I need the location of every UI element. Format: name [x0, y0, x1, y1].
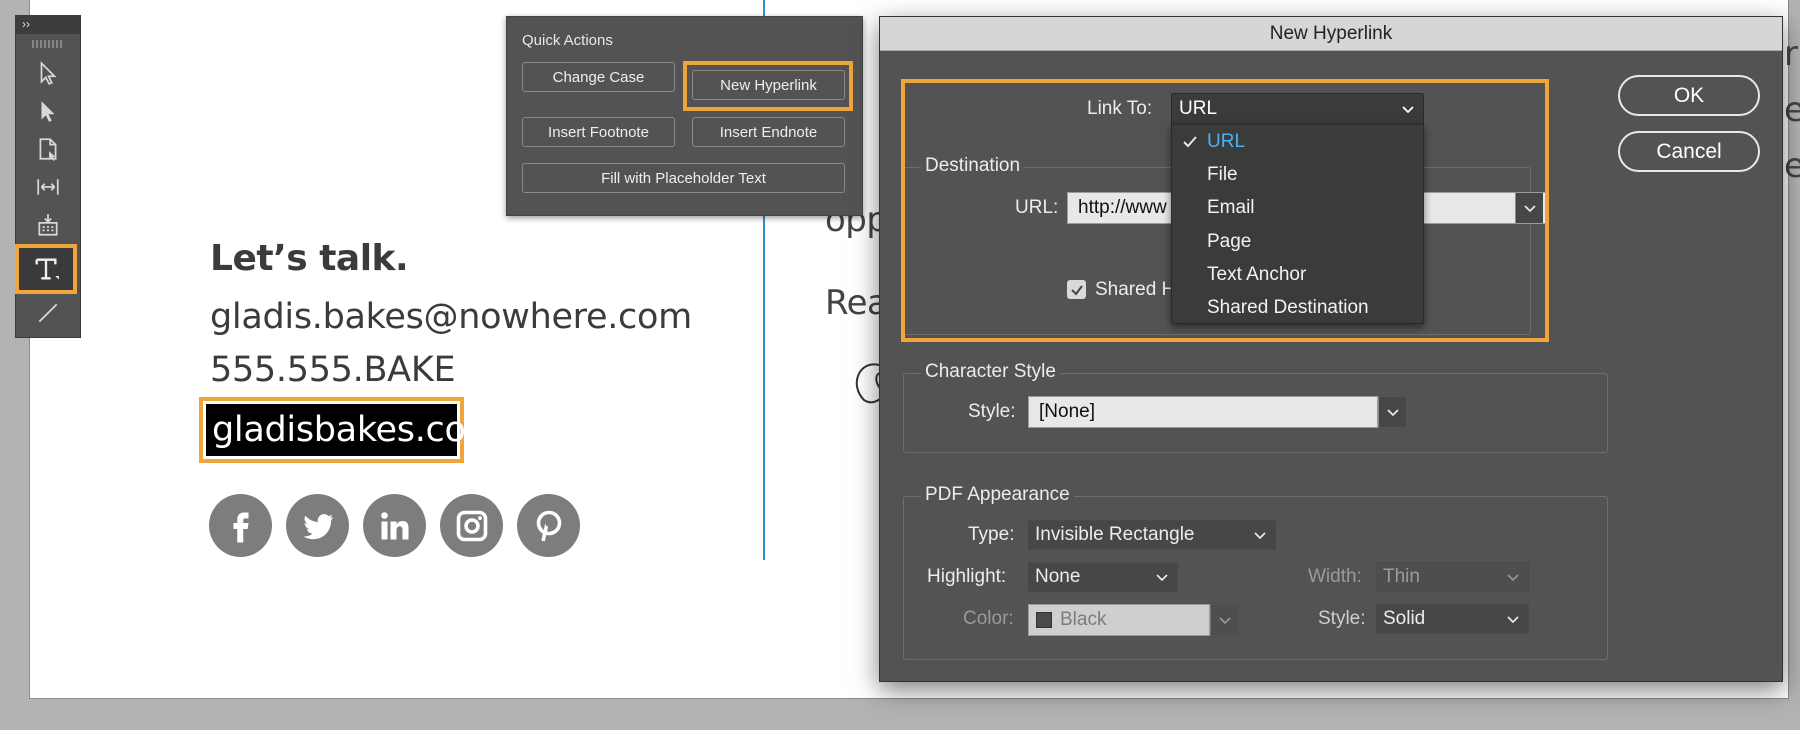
- change-case-button[interactable]: Change Case: [522, 62, 675, 92]
- chevron-down-icon: [1156, 574, 1168, 582]
- menu-item-email[interactable]: Email: [1172, 191, 1423, 224]
- style-dropdown[interactable]: Solid: [1376, 604, 1529, 634]
- content-collector-icon: [38, 214, 58, 236]
- line-tool-button[interactable]: [16, 294, 80, 332]
- direct-selection-tool-icon: [41, 101, 55, 122]
- type-tool-button[interactable]: [15, 244, 77, 294]
- tools-panel-grip[interactable]: [32, 40, 64, 48]
- color-swatch: [1036, 612, 1052, 628]
- pinterest-icon[interactable]: [517, 494, 580, 557]
- character-style-value: [None]: [1039, 401, 1095, 422]
- bg-text-fragment: ef: [1784, 146, 1800, 186]
- highlight-label: Highlight:: [927, 566, 1007, 587]
- width-dropdown: Thin: [1376, 562, 1529, 592]
- character-style-label: Style:: [968, 401, 1016, 422]
- selection-tool-button[interactable]: [16, 54, 80, 92]
- linkedin-icon[interactable]: [363, 494, 426, 557]
- chevron-down-icon: [1507, 574, 1519, 582]
- width-value: Thin: [1383, 566, 1420, 587]
- pdf-appearance-title: PDF Appearance: [921, 484, 1074, 506]
- type-tool-icon: [35, 258, 59, 280]
- page-tool-button[interactable]: [16, 130, 80, 168]
- highlight-dropdown[interactable]: None: [1028, 562, 1178, 592]
- insert-endnote-button[interactable]: Insert Endnote: [692, 117, 845, 147]
- fill-placeholder-button[interactable]: Fill with Placeholder Text: [522, 163, 845, 193]
- style-value: Solid: [1383, 608, 1426, 629]
- chevron-down-icon: [1507, 616, 1519, 624]
- social-icons-row: [209, 494, 580, 557]
- type-dropdown[interactable]: Invisible Rectangle: [1028, 520, 1276, 550]
- bg-text-fragment: Rea: [825, 283, 888, 323]
- cancel-button[interactable]: Cancel: [1618, 131, 1760, 172]
- character-style-dropdown[interactable]: [None]: [1028, 396, 1378, 428]
- line-tool-icon: [38, 303, 58, 323]
- page-tool-icon: [39, 138, 57, 161]
- menu-item-page[interactable]: Page: [1172, 225, 1423, 258]
- width-label: Width:: [1308, 566, 1362, 587]
- contact-phone[interactable]: 555.555.BAKE: [210, 350, 456, 390]
- menu-item-url[interactable]: URL: [1172, 125, 1423, 158]
- type-label: Type:: [968, 524, 1015, 545]
- twitter-icon[interactable]: [286, 494, 349, 557]
- menu-item-file[interactable]: File: [1172, 158, 1423, 191]
- link-to-menu: URL File Email Page Text Anchor Shared D…: [1171, 124, 1424, 324]
- instagram-icon[interactable]: [440, 494, 503, 557]
- selection-tool-icon: [40, 61, 57, 85]
- type-value: Invisible Rectangle: [1035, 524, 1195, 545]
- bg-text-fragment: e: [1784, 90, 1800, 130]
- ok-button[interactable]: OK: [1618, 75, 1760, 116]
- dialog-title[interactable]: New Hyperlink: [880, 17, 1782, 51]
- menu-item-shared-destination[interactable]: Shared Destination: [1172, 291, 1423, 324]
- color-value: Black: [1060, 609, 1107, 630]
- website-selected-text[interactable]: gladisbakes.com: [206, 404, 500, 456]
- gap-tool-icon: [37, 179, 59, 195]
- contact-heading: Let’s talk.: [210, 238, 409, 279]
- new-hyperlink-dialog: New Hyperlink OK Cancel Destination URL:…: [879, 16, 1783, 682]
- character-style-arrow[interactable]: [1378, 397, 1406, 427]
- tools-panel: ››: [15, 15, 81, 338]
- style-label: Style:: [1318, 608, 1366, 629]
- quick-actions-title: Quick Actions: [522, 32, 613, 49]
- tools-panel-collapse[interactable]: ››: [16, 16, 80, 34]
- facebook-icon[interactable]: [209, 494, 272, 557]
- chevron-down-icon: [1254, 532, 1266, 540]
- contact-email[interactable]: gladis.bakes@nowhere.com: [210, 297, 692, 337]
- highlight-value: None: [1035, 566, 1081, 587]
- chevron-down-icon: [1218, 617, 1231, 625]
- direct-selection-tool-button[interactable]: [16, 92, 80, 130]
- website-highlight: gladisbakes.com: [199, 397, 500, 463]
- quick-actions-panel: Quick Actions Change Case New Hyperlink …: [506, 16, 863, 216]
- menu-item-text-anchor[interactable]: Text Anchor: [1172, 258, 1423, 291]
- new-hyperlink-button[interactable]: New Hyperlink: [692, 70, 845, 100]
- content-collector-button[interactable]: [16, 206, 80, 244]
- chevron-down-icon: [1386, 409, 1399, 417]
- color-dropdown-arrow: [1210, 605, 1238, 635]
- color-label: Color:: [963, 608, 1014, 629]
- insert-footnote-button[interactable]: Insert Footnote: [522, 117, 675, 147]
- character-style-title: Character Style: [921, 361, 1060, 383]
- gap-tool-button[interactable]: [16, 168, 80, 206]
- bg-text-fragment: r: [1784, 34, 1798, 74]
- color-dropdown: Black: [1028, 604, 1210, 636]
